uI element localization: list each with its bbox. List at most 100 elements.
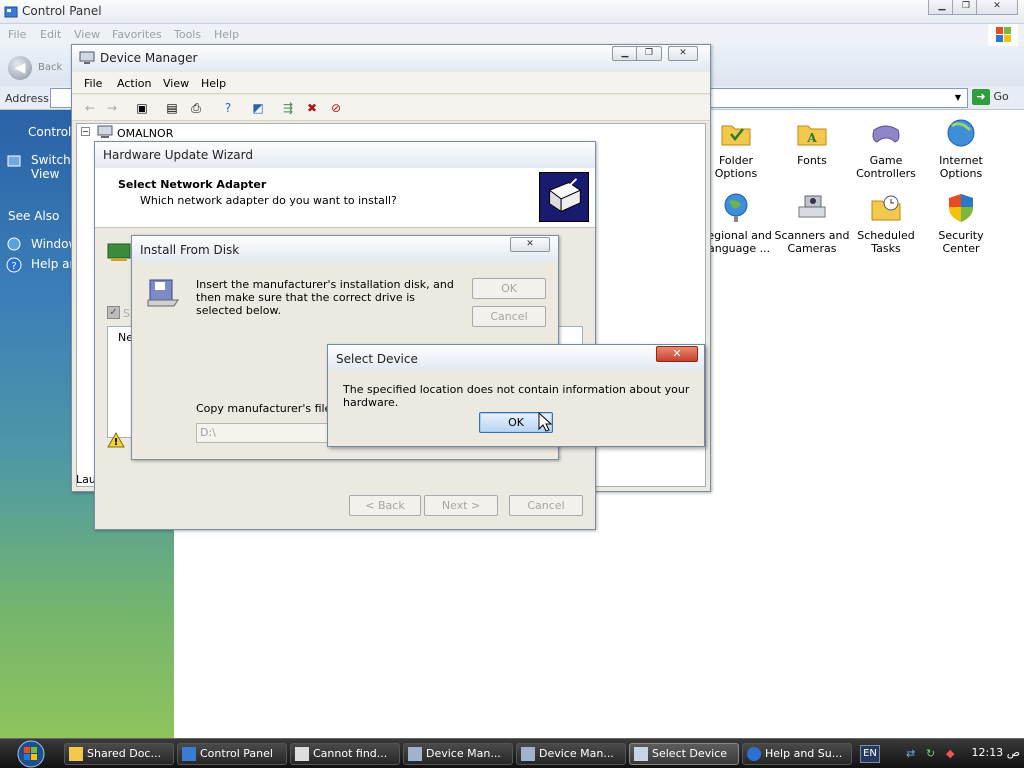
taskbar-item-label: Select Device <box>652 747 728 760</box>
wizard-cancel-button[interactable]: Cancel <box>509 495 583 516</box>
taskbar-item-select-device[interactable]: Select Device <box>629 743 739 765</box>
address-label: Address <box>5 92 49 105</box>
security-center-item[interactable]: Security Center <box>923 191 999 255</box>
taskbar-item-label: Device Man... <box>426 747 501 760</box>
network-card-icon <box>107 243 131 261</box>
device-manager-icon <box>521 747 535 761</box>
taskbar-item-help-support[interactable]: Help and Su... <box>742 743 852 765</box>
back-arrow-icon[interactable]: ◀ <box>8 56 32 80</box>
select-device-titlebar[interactable]: Select Device ✕ <box>328 345 704 370</box>
maximize-button[interactable]: ❐ <box>636 46 662 61</box>
control-panel-titlebar[interactable]: Control Panel ▁ ❐ ✕ <box>0 0 1024 24</box>
menu-file[interactable]: File <box>8 28 26 41</box>
menu-edit[interactable]: Edit <box>40 28 61 41</box>
menu-action[interactable]: Action <box>117 77 151 90</box>
disable-icon[interactable]: ⊘ <box>328 100 344 116</box>
device-manager-title: Device Manager <box>100 51 198 65</box>
update-driver-icon[interactable]: ⇶ <box>280 100 296 116</box>
folder-icon <box>69 747 83 761</box>
show-hide-tree-icon[interactable]: ▣ <box>134 100 150 116</box>
game-controllers-label: Game Controllers <box>856 154 916 180</box>
taskbar-item-label: Cannot find... <box>313 747 388 760</box>
switch-view-link-line2[interactable]: View <box>31 167 59 181</box>
wizard-header: Select Network Adapter Which network ada… <box>95 168 595 228</box>
fonts-item[interactable]: A Fonts <box>774 116 850 167</box>
next-button[interactable]: Next > <box>424 495 498 516</box>
tree-root-label[interactable]: OMALNOR <box>117 127 173 140</box>
clock[interactable]: 12:13 ص <box>964 746 1020 759</box>
show-compatible-checkbox[interactable]: ✓ <box>107 306 120 319</box>
taskbar-item-label: Help and Su... <box>765 747 843 760</box>
game-controllers-icon <box>872 125 900 143</box>
security-center-icon <box>949 194 973 222</box>
copy-files-path-input[interactable]: D:\ <box>196 423 336 443</box>
close-button[interactable]: ✕ <box>976 0 1018 15</box>
install-cancel-button[interactable]: Cancel <box>472 306 546 327</box>
taskbar-item-shared-documents[interactable]: Shared Doc... <box>64 743 174 765</box>
sidebar-control-label: Control <box>28 125 72 139</box>
go-button[interactable]: ➜ Go <box>972 89 1020 107</box>
help-icon[interactable]: ? <box>220 100 236 116</box>
switch-view-link-line1[interactable]: Switch <box>31 153 71 167</box>
taskbar-item-cannot-find[interactable]: Cannot find... <box>290 743 400 765</box>
language-indicator[interactable]: EN <box>860 745 880 763</box>
menu-file[interactable]: File <box>84 77 102 90</box>
see-also-heading: See Also <box>8 209 60 223</box>
scanners-cameras-label: Scanners and Cameras <box>774 229 850 255</box>
install-ok-button[interactable]: OK <box>472 278 546 299</box>
taskbar-item-device-manager-1[interactable]: Device Man... <box>403 743 513 765</box>
regional-language-icon <box>724 193 748 222</box>
forward-arrow-icon[interactable]: → <box>104 100 120 116</box>
menu-favorites[interactable]: Favorites <box>112 28 162 41</box>
print-icon[interactable]: ⎙ <box>188 100 204 116</box>
select-device-icon <box>634 747 648 761</box>
help-icon <box>747 747 761 761</box>
scanners-cameras-item[interactable]: Scanners and Cameras <box>774 191 850 255</box>
computer-icon <box>79 51 95 64</box>
collapse-icon[interactable]: − <box>81 127 90 136</box>
select-device-message: The specified location does not contain … <box>343 383 690 409</box>
warning-icon: ! <box>107 432 125 448</box>
start-button[interactable] <box>10 739 52 768</box>
fonts-label: Fonts <box>797 154 827 167</box>
taskbar-item-control-panel[interactable]: Control Panel <box>177 743 287 765</box>
checkbox-label-partial: S <box>123 307 130 320</box>
close-button[interactable]: ✕ <box>656 346 698 362</box>
device-manager-toolbar: ← → ▣ ▤ ⎙ ? ◩ ⇶ ✖ ⊘ <box>72 95 710 121</box>
chevron-down-icon[interactable]: ▼ <box>950 90 966 106</box>
menu-help[interactable]: Help <box>201 77 226 90</box>
close-button[interactable]: ✕ <box>668 46 698 61</box>
windows-update-icon <box>7 237 21 251</box>
scan-hardware-icon[interactable]: ◩ <box>250 100 266 116</box>
scheduled-tasks-item[interactable]: Scheduled Tasks <box>848 191 924 255</box>
internet-options-item[interactable]: Internet Options <box>923 116 999 180</box>
minimize-button[interactable]: ▁ <box>612 46 638 61</box>
menu-view[interactable]: View <box>163 77 189 90</box>
disk-drive-icon <box>147 279 179 307</box>
security-tray-icon[interactable]: ◆ <box>946 747 960 761</box>
wizard-titlebar[interactable]: Hardware Update Wizard <box>95 142 595 168</box>
control-panel-menubar: File Edit View Favorites Tools Help <box>0 24 1024 46</box>
properties-icon[interactable]: ▤ <box>164 100 180 116</box>
menu-tools[interactable]: Tools <box>174 28 201 41</box>
back-button[interactable]: < Back <box>349 495 421 516</box>
game-controllers-item[interactable]: Game Controllers <box>848 116 924 180</box>
select-device-dialog: Select Device ✕ The specified location d… <box>327 344 705 447</box>
taskbar-item-device-manager-2[interactable]: Device Man... <box>516 743 626 765</box>
network-tray-icon[interactable]: ⇄ <box>906 747 920 761</box>
device-manager-titlebar[interactable]: Device Manager ▁ ❐ ✕ <box>72 45 710 71</box>
svg-text:!: ! <box>114 437 119 448</box>
menu-help[interactable]: Help <box>214 28 239 41</box>
switch-view-icon <box>7 155 21 167</box>
close-button[interactable]: ✕ <box>510 237 550 252</box>
wizard-title: Hardware Update Wizard <box>103 148 253 162</box>
device-manager-icon <box>408 747 422 761</box>
install-from-disk-titlebar[interactable]: Install From Disk ✕ <box>132 236 558 262</box>
back-arrow-icon[interactable]: ← <box>82 100 98 116</box>
uninstall-icon[interactable]: ✖ <box>304 100 320 116</box>
back-label[interactable]: Back <box>38 62 62 73</box>
taskbar: Shared Doc... Control Panel Cannot find.… <box>0 738 1024 768</box>
menu-view[interactable]: View <box>74 28 100 41</box>
fonts-icon: A <box>797 125 827 146</box>
update-tray-icon[interactable]: ↻ <box>926 747 940 761</box>
